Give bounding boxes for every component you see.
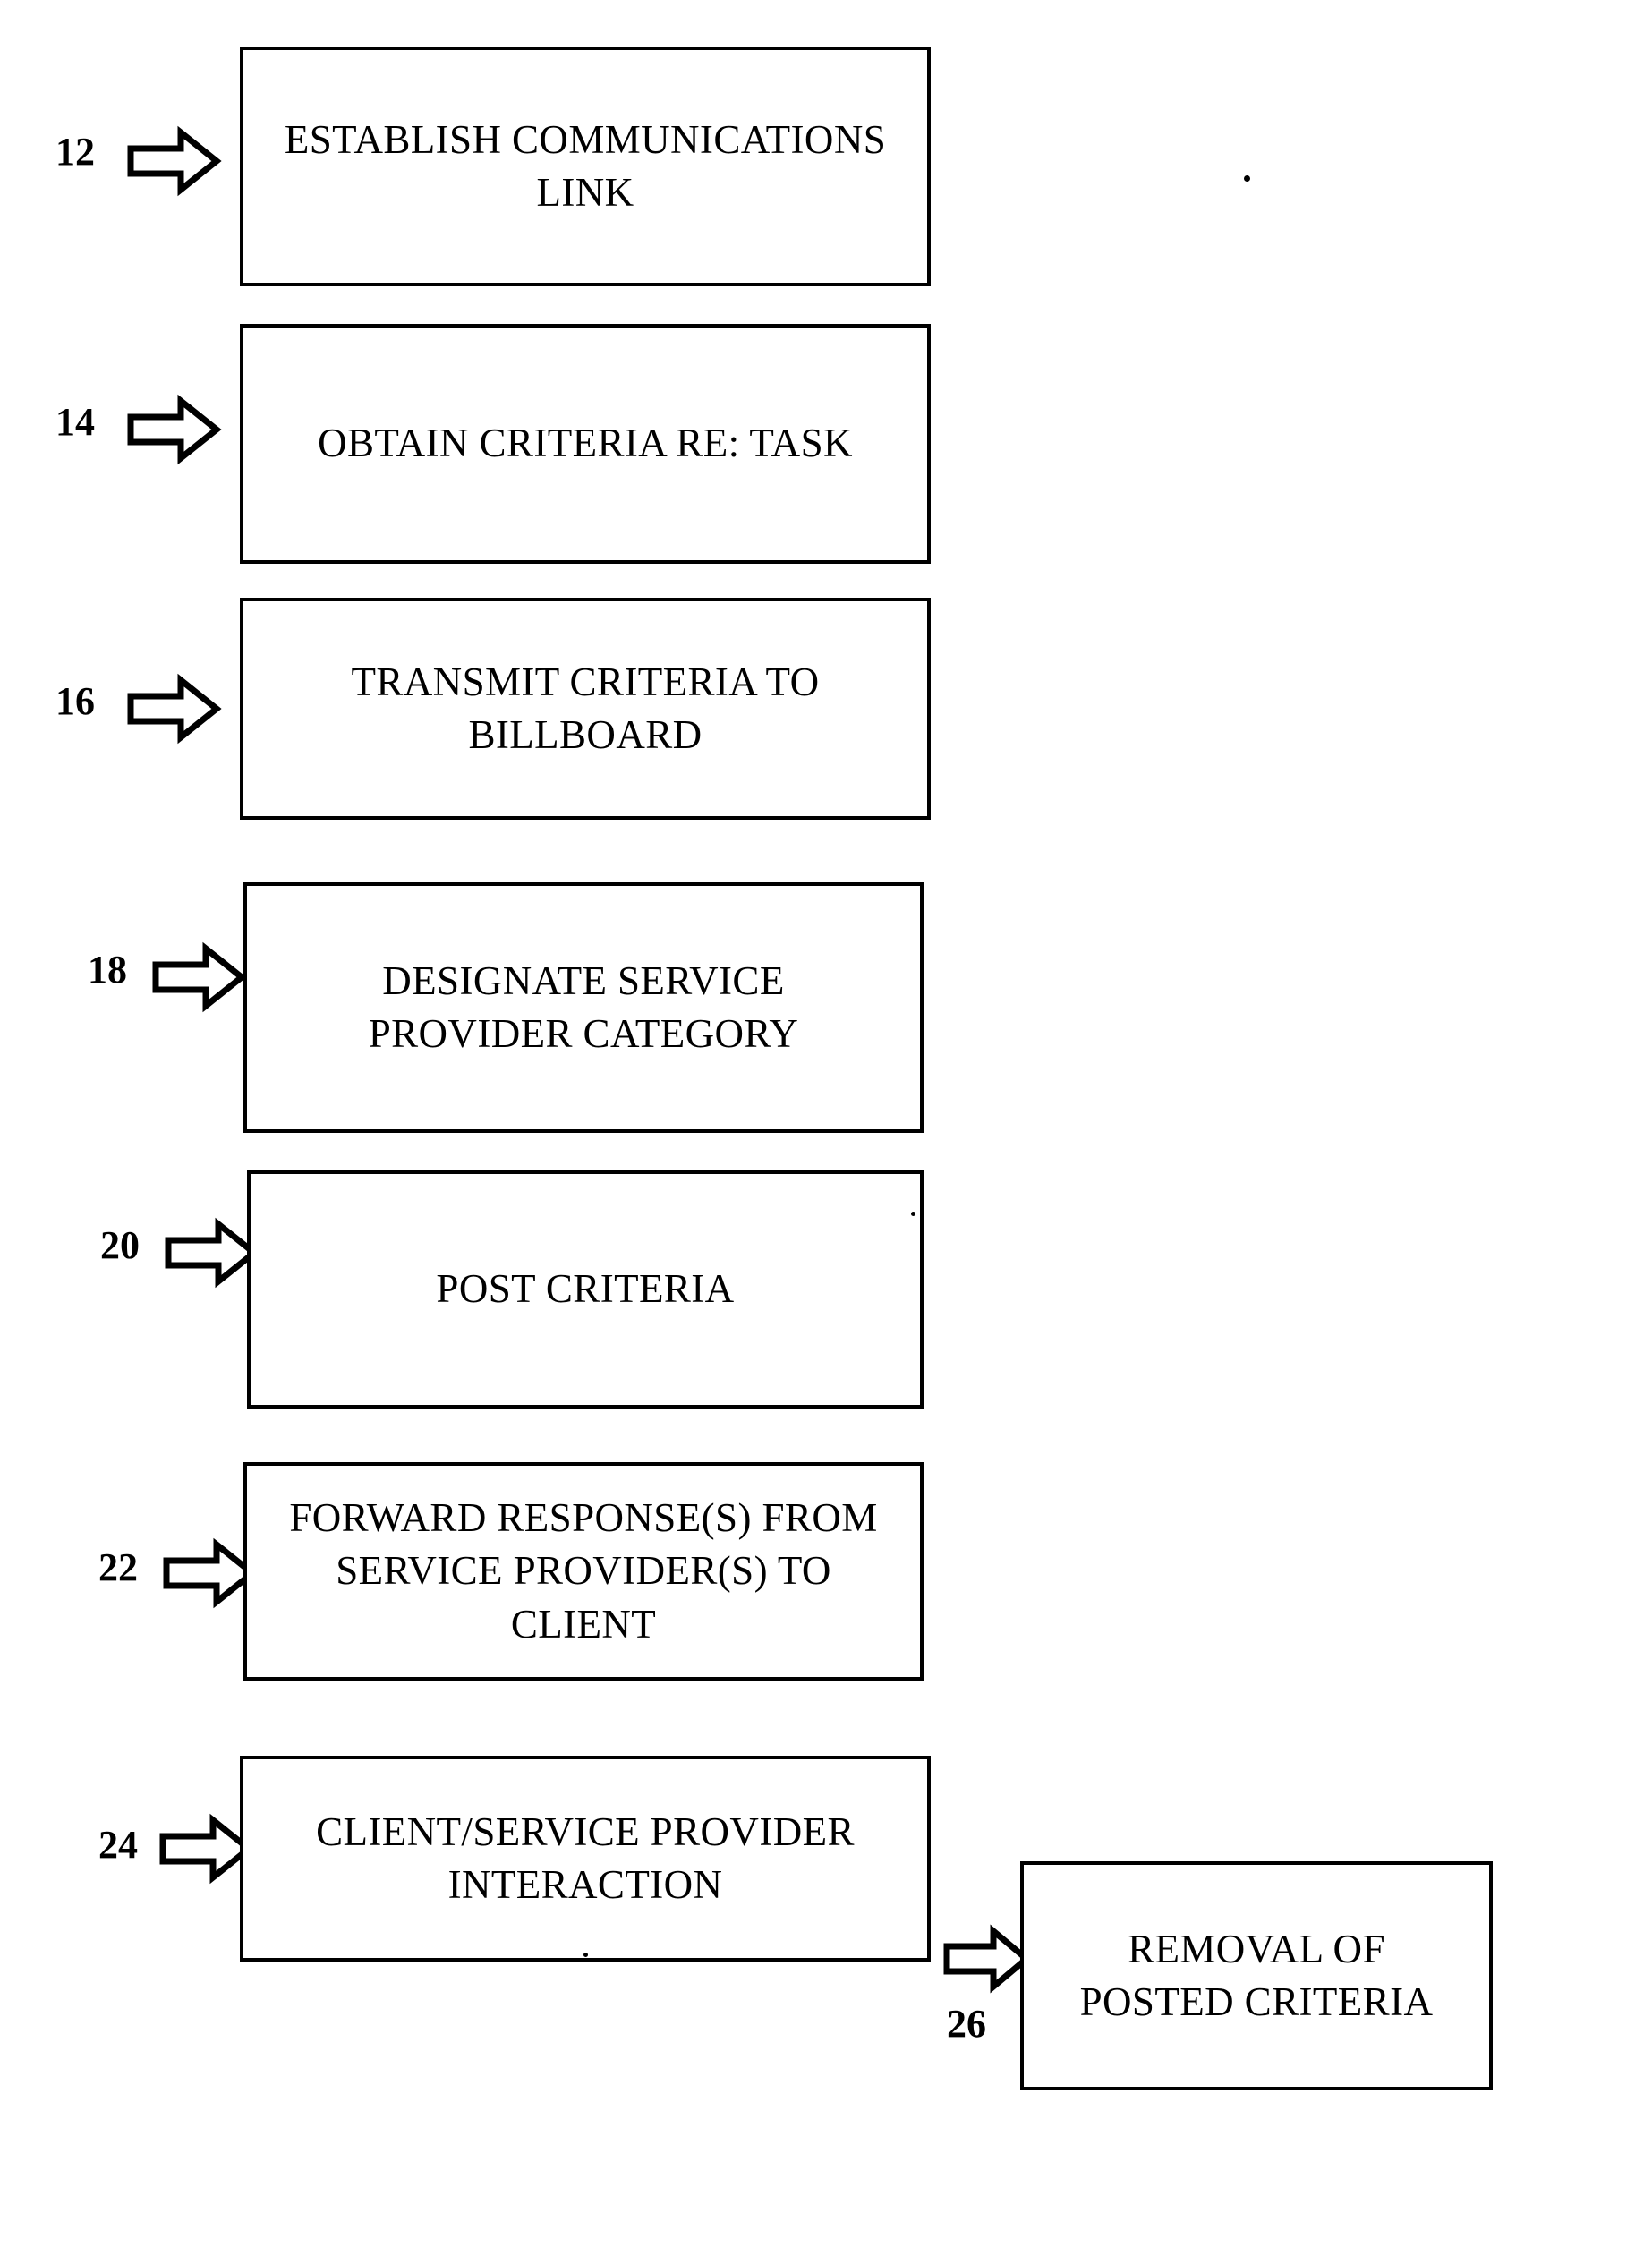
process-box-client-service-provider-interaction: CLIENT/SERVICE PROVIDER INTERACTION xyxy=(240,1756,931,1962)
reference-numeral-20: 20 xyxy=(100,1223,140,1267)
flow-arrow-icon-12 xyxy=(125,125,222,197)
process-box-removal-of-posted-criteria: REMOVAL OF POSTED CRITERIA xyxy=(1020,1861,1493,2090)
reference-numeral-16: 16 xyxy=(55,679,95,723)
scan-artifact-speck xyxy=(911,1212,915,1216)
process-box-forward-responses-to-client: FORWARD RESPONSE(S) FROM SERVICE PROVIDE… xyxy=(243,1462,924,1681)
flow-arrow-icon-20 xyxy=(163,1217,260,1289)
process-box-establish-communications-link: ESTABLISH COMMUNICATIONS LINK xyxy=(240,47,931,286)
flow-arrow-icon-16 xyxy=(125,673,222,745)
flow-arrow-icon-26 xyxy=(941,1924,1031,1994)
reference-numeral-22: 22 xyxy=(98,1545,138,1589)
reference-numeral-12: 12 xyxy=(55,130,95,174)
process-box-label: OBTAIN CRITERIA RE: TASK xyxy=(318,421,853,466)
process-box-transmit-criteria-to-billboard: TRANSMIT CRITERIA TO BILLBOARD xyxy=(240,598,931,820)
process-box-post-criteria: POST CRITERIA xyxy=(247,1170,924,1409)
process-box-label: FORWARD RESPONSE(S) FROM SERVICE PROVIDE… xyxy=(289,1494,878,1647)
process-box-label: ESTABLISH COMMUNICATIONS LINK xyxy=(284,116,887,215)
process-box-label: CLIENT/SERVICE PROVIDER INTERACTION xyxy=(316,1809,855,1907)
scan-artifact-speck xyxy=(583,1953,588,1957)
process-box-label: POST CRITERIA xyxy=(436,1266,735,1312)
flow-arrow-icon-18 xyxy=(150,941,247,1013)
process-box-label: DESIGNATE SERVICE PROVIDER CATEGORY xyxy=(368,958,799,1056)
process-box-obtain-criteria: OBTAIN CRITERIA RE: TASK xyxy=(240,324,931,564)
reference-numeral-14: 14 xyxy=(55,400,95,444)
process-box-label: REMOVAL OF POSTED CRITERIA xyxy=(1079,1926,1434,2024)
reference-numeral-18: 18 xyxy=(88,948,127,992)
figure-canvas: 12 ESTABLISH COMMUNICATIONS LINK 14 OBTA… xyxy=(0,0,1652,2247)
scan-artifact-speck xyxy=(1244,175,1250,182)
process-box-designate-service-provider-category: DESIGNATE SERVICE PROVIDER CATEGORY xyxy=(243,882,924,1133)
process-box-label: TRANSMIT CRITERIA TO BILLBOARD xyxy=(351,659,820,757)
flow-arrow-icon-14 xyxy=(125,394,222,465)
reference-numeral-24: 24 xyxy=(98,1823,138,1867)
reference-numeral-26: 26 xyxy=(947,2002,986,2046)
